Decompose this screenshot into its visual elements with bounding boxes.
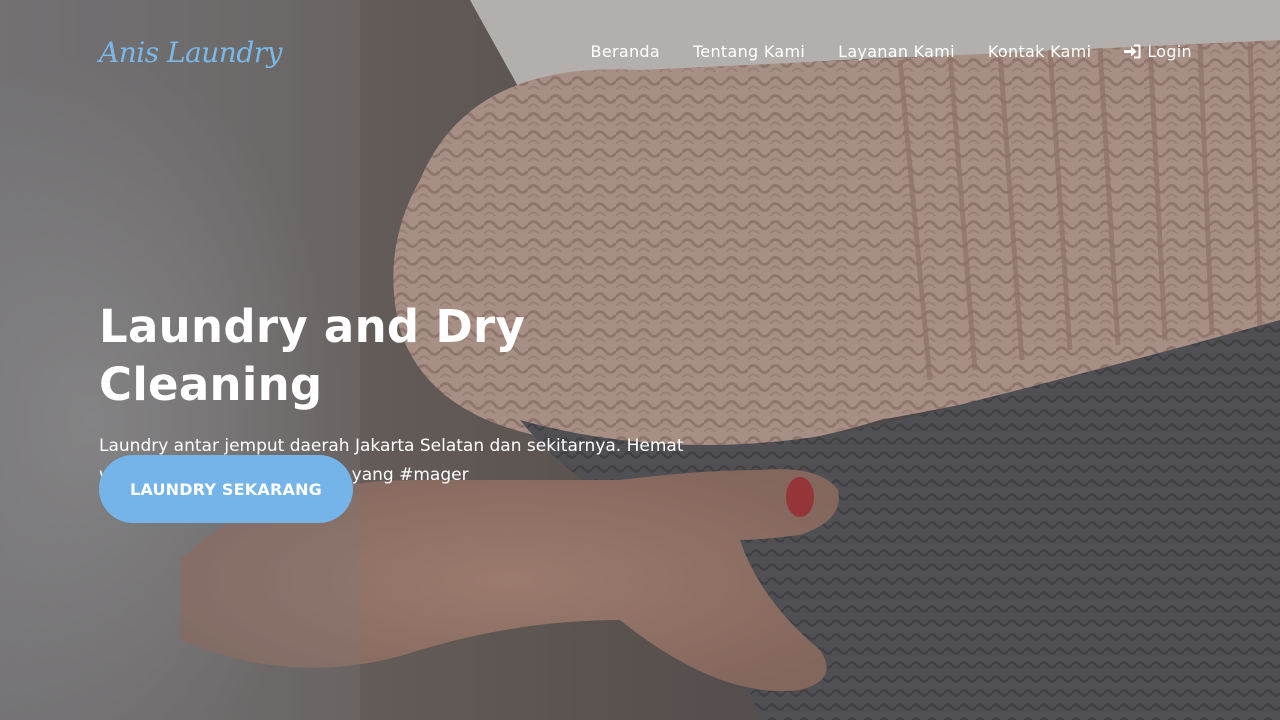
nav-link-beranda[interactable]: Beranda bbox=[591, 42, 660, 61]
nav-link-kontak-kami[interactable]: Kontak Kami bbox=[988, 42, 1091, 61]
nav-link-tentang-kami[interactable]: Tentang Kami bbox=[693, 42, 805, 61]
hero-title: Laundry and Dry Cleaning bbox=[99, 300, 526, 411]
login-label: Login bbox=[1147, 42, 1192, 61]
top-navbar: Anis Laundry Beranda Tentang Kami Layana… bbox=[0, 0, 1280, 108]
laundry-now-button[interactable]: LAUNDRY SEKARANG bbox=[99, 455, 353, 523]
nav-links: Beranda Tentang Kami Layanan Kami Kontak… bbox=[591, 42, 1192, 61]
nav-link-login[interactable]: Login bbox=[1124, 42, 1192, 61]
brand-logo[interactable]: Anis Laundry bbox=[99, 36, 282, 69]
nav-link-layanan-kami[interactable]: Layanan Kami bbox=[838, 42, 955, 61]
sign-in-icon bbox=[1124, 44, 1141, 59]
